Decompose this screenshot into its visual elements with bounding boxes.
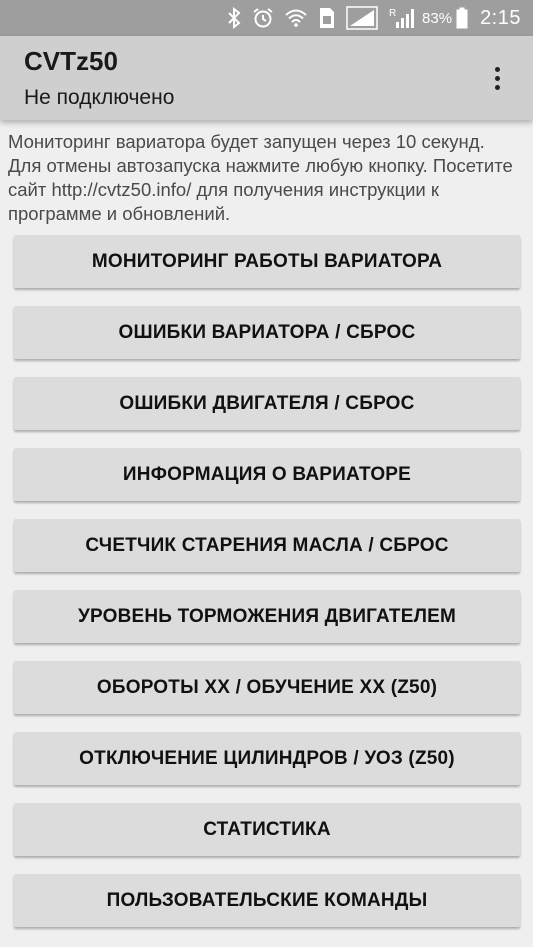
idle-rpm-learning-button[interactable]: ОБОРОТЫ ХХ / ОБУЧЕНИЕ ХХ (Z50) [14,661,520,714]
sim-icon [318,6,336,30]
bluetooth-icon [226,6,242,30]
connection-status: Не подключено [24,86,175,109]
transmission-errors-button[interactable]: ОШИБКИ ВАРИАТОРА / СБРОС [14,306,520,359]
battery-percent: 83% [422,9,453,27]
oil-aging-counter-button[interactable]: СЧЕТЧИК СТАРЕНИЯ МАСЛА / СБРОС [14,519,520,572]
app-title: CVTz50 [24,46,118,76]
user-commands-button[interactable]: ПОЛЬЗОВАТЕЛЬСКИЕ КОМАНДЫ [14,874,520,927]
battery-icon [456,6,468,30]
monitoring-button[interactable]: МОНИТОРИНГ РАБОТЫ ВАРИАТОРА [14,235,520,288]
status-bar: R 83% 2:15 [0,0,533,36]
cylinder-disable-button[interactable]: ОТКЛЮЧЕНИЕ ЦИЛИНДРОВ / УОЗ (Z50) [14,732,520,785]
overflow-menu-icon[interactable] [485,60,509,96]
roaming-label: R [389,8,396,19]
alarm-icon [252,6,274,30]
engine-errors-button[interactable]: ОШИБКИ ДВИГАТЕЛЯ / СБРОС [14,377,520,430]
clock: 2:15 [480,6,521,29]
autostart-info-text: Мониторинг вариатора будет запущен через… [8,131,513,224]
wifi-icon [284,6,308,30]
signal-icon [346,6,378,30]
transmission-info-button[interactable]: ИНФОРМАЦИЯ О ВАРИАТОРЕ [14,448,520,501]
engine-braking-level-button[interactable]: УРОВЕНЬ ТОРМОЖЕНИЯ ДВИГАТЕЛЕМ [14,590,520,643]
app-bar: CVTz50 Не подключено [0,36,533,120]
statistics-button[interactable]: СТАТИСТИКА [14,803,520,856]
roaming-signal-icon: R [388,6,416,30]
